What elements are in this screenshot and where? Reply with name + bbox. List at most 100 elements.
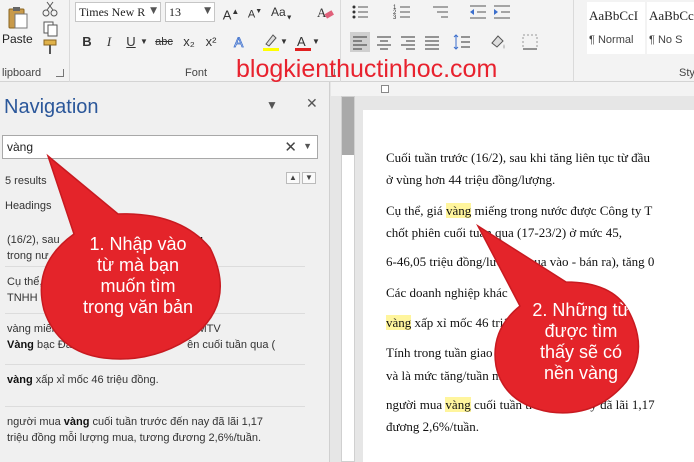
decrease-indent-icon[interactable] — [468, 2, 488, 22]
document-line: ở vùng hơn 44 triệu đồng/lượng. — [386, 172, 555, 188]
superscript-button[interactable]: x² — [201, 32, 221, 52]
styles-group: AaBbCcI ¶ Normal AaBbCcI ¶ No S Sty — [575, 0, 694, 82]
bullets-icon[interactable] — [350, 2, 370, 22]
grow-font-button[interactable]: A▲ — [221, 2, 241, 22]
style-normal[interactable]: AaBbCcI ¶ Normal — [587, 2, 645, 54]
document-text-run: 6-46,05 triệu đồng/lượng (mua vào - bán … — [386, 254, 655, 269]
borders-icon[interactable] — [520, 32, 540, 52]
text-effects-icon[interactable]: A — [231, 32, 251, 52]
indent-marker-icon[interactable] — [381, 85, 389, 93]
format-painter-icon[interactable] — [40, 38, 60, 56]
chevron-down-icon: ▼ — [150, 6, 157, 16]
shading-icon[interactable] — [488, 32, 508, 52]
pane-options-icon[interactable]: ▼ — [266, 98, 278, 112]
multilevel-list-icon[interactable] — [430, 2, 450, 22]
result-text: ên cuối tuần qua ( — [187, 339, 276, 351]
document-text-run: Các doanh nghiệp khác — [386, 285, 508, 300]
shrink-font-button[interactable]: A▼ — [245, 2, 265, 22]
document-page[interactable]: Cuối tuần trước (16/2), sau khi tăng liê… — [363, 110, 694, 462]
justify-icon[interactable] — [422, 32, 442, 52]
clipboard-group-label: lipboard — [2, 67, 42, 79]
result-match: vàng — [63, 416, 90, 428]
align-center-icon[interactable] — [374, 32, 394, 52]
callout-line: muốn tìm — [100, 276, 176, 296]
results-count: 5 results — [5, 175, 47, 187]
search-dropdown-icon[interactable]: ▼ — [303, 141, 312, 151]
highlighted-match: vàng — [445, 203, 472, 218]
callout-line: từ mà bạn — [96, 255, 180, 275]
document-line: vàng xấp xỉ mốc 46 triệu — [386, 315, 516, 331]
close-icon[interactable]: ✕ — [306, 95, 318, 112]
previous-result-icon[interactable]: ▲ — [286, 172, 300, 184]
font-name-combo[interactable]: Times New R ▼ — [75, 2, 161, 22]
vertical-ruler — [341, 96, 355, 462]
highlight-color-icon[interactable] — [261, 32, 281, 52]
navigation-title: Navigation — [4, 96, 99, 118]
result-text: triệu đồng mỗi lượng mua, tương đương 2,… — [7, 432, 262, 444]
document-text-run: cuối tuần trước đến nay đã lãi 1,17 — [470, 397, 655, 412]
font-color-icon[interactable]: A — [293, 32, 313, 52]
cut-icon[interactable] — [40, 0, 60, 18]
search-result-line[interactable]: Vàng bạc Đá qu ên cuối tuần qua ( — [7, 337, 307, 353]
font-group-label: Font — [185, 67, 208, 79]
callout-2-text: 2. Những từ được tìm thấy sẽ có nền vàng — [508, 300, 654, 384]
strikethrough-button[interactable]: abc — [151, 32, 177, 52]
font-size-value: 13 — [169, 5, 181, 19]
callout-line: thấy sẽ có — [539, 342, 623, 362]
underline-dropdown-icon[interactable]: ▼ — [139, 32, 149, 52]
document-line: 6-46,05 triệu đồng/lượng (mua vào - bán … — [386, 254, 654, 270]
result-text: người mua — [7, 416, 64, 428]
result-separator — [5, 406, 305, 407]
paste-button[interactable]: Paste — [0, 2, 34, 54]
subscript-button[interactable]: x₂ — [179, 32, 199, 52]
tab-headings[interactable]: Headings — [5, 200, 51, 212]
style-sample: AaBbCcI — [649, 8, 694, 23]
align-right-icon[interactable] — [398, 32, 418, 52]
result-text: Cụ thể, g — [7, 276, 52, 288]
clipboard-launcher-icon[interactable] — [56, 69, 64, 77]
result-text: bạc Đá qu — [33, 339, 88, 351]
search-result-line[interactable]: triệu đồng mỗi lượng mua, tương đương 2,… — [7, 430, 307, 446]
bold-button[interactable]: B — [77, 32, 97, 52]
align-left-icon[interactable] — [350, 32, 370, 52]
font-size-combo[interactable]: 13 ▼ — [165, 2, 215, 22]
search-result-line[interactable]: vàng miếng TNHH MTV — [7, 321, 307, 337]
search-result-line[interactable]: vàng xấp xỉ mốc 46 triệu đồng. — [7, 372, 307, 388]
document-line: chốt phiên cuối tuần qua (17-23/2) ở mức… — [386, 225, 622, 241]
style-name: ¶ Normal — [589, 34, 634, 46]
copy-icon[interactable] — [40, 20, 60, 38]
paste-label: Paste — [2, 32, 33, 46]
highlight-dropdown-icon[interactable]: ▼ — [279, 32, 289, 52]
increase-indent-icon[interactable] — [492, 2, 512, 22]
underline-button[interactable]: U — [121, 32, 141, 52]
result-text: TNHH M — [7, 292, 50, 304]
ruler-margin — [342, 97, 354, 155]
document-line: đương 2,6%/tuần. — [386, 419, 479, 435]
clear-formatting-icon[interactable]: A — [315, 2, 335, 22]
next-result-icon[interactable]: ▼ — [302, 172, 316, 184]
font-color-dropdown-icon[interactable]: ▼ — [311, 32, 321, 52]
italic-button[interactable]: I — [99, 32, 119, 52]
callout-line: 1. Nhập vào — [89, 234, 187, 254]
document-text-run: và là mức tăng/tuần mạnh — [386, 368, 521, 383]
clear-search-icon[interactable]: ✕ — [284, 138, 297, 156]
result-text: trong nư — [7, 250, 49, 262]
style-sample: AaBbCcI — [589, 8, 639, 23]
change-case-label: Aa — [271, 5, 286, 19]
result-text: (16/2), sau — [7, 234, 60, 246]
numbering-icon[interactable]: 123 — [392, 2, 412, 22]
line-spacing-icon[interactable] — [452, 32, 472, 52]
result-text: xấp xỉ mốc 46 triệu đồng. — [32, 374, 159, 386]
search-result-line[interactable]: người mua vàng cuối tuần trước đến nay đ… — [7, 414, 307, 430]
result-match: Vàng — [7, 339, 34, 351]
document-line: và là mức tăng/tuần mạnh — [386, 368, 521, 384]
document-line: Tính trong tuần giao dịch — [386, 345, 518, 361]
search-input[interactable]: vàng ✕ ▼ — [2, 135, 318, 159]
callout-line: 2. Những từ — [532, 300, 630, 320]
paste-icon — [8, 7, 28, 29]
result-text: cuối tuần trước đến nay đã lãi 1,17 — [89, 416, 264, 428]
change-case-button[interactable]: Aa▼ — [271, 2, 293, 22]
document-line: Cụ thể, giá vàng miếng trong nước được C… — [386, 203, 652, 219]
style-no-spacing[interactable]: AaBbCcI ¶ No S — [647, 2, 694, 54]
document-text-run: xấp xỉ mốc 46 triệu — [411, 315, 516, 330]
